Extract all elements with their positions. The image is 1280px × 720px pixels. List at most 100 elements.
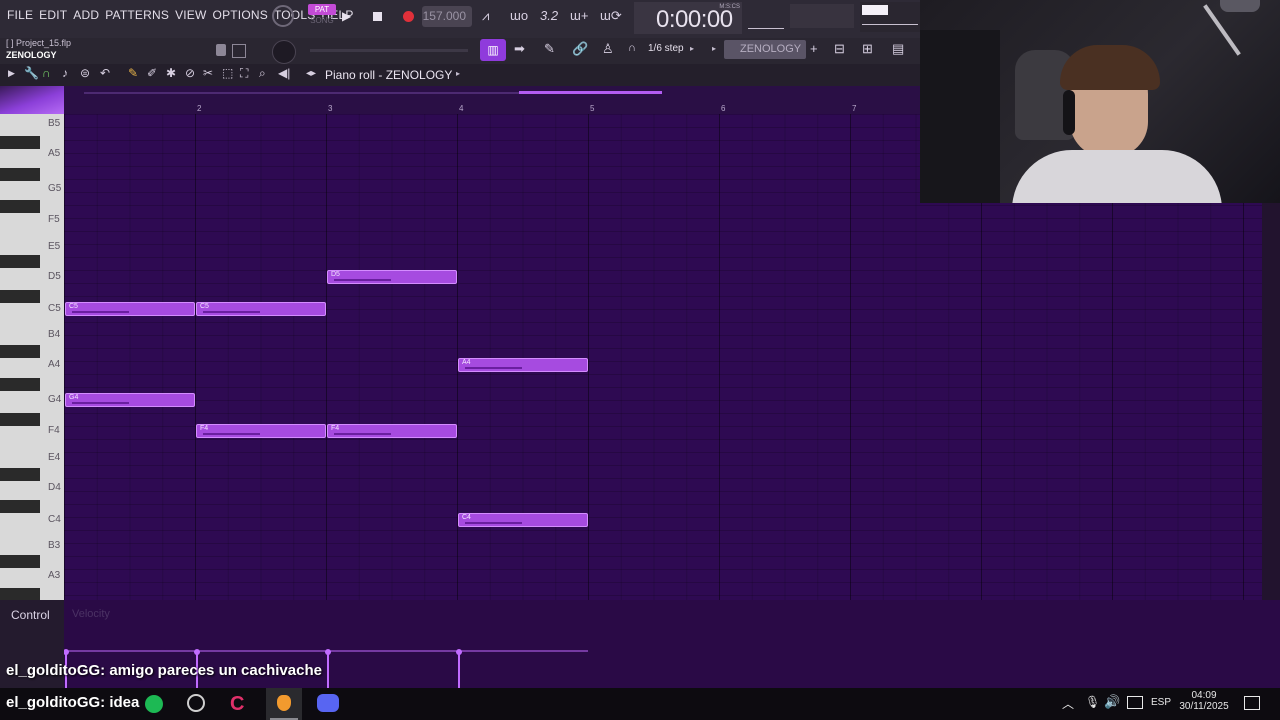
note-label: C4 (462, 514, 471, 521)
wait-input-icon[interactable]: ɯo (510, 8, 528, 23)
mixer-icon[interactable]: ▤ (892, 41, 904, 57)
master-pitch-slider[interactable] (310, 49, 468, 52)
network-icon[interactable] (1127, 696, 1143, 709)
discord-icon[interactable] (317, 694, 339, 712)
select-icon[interactable]: ⬚ (222, 66, 233, 80)
spotify-icon[interactable] (145, 695, 163, 713)
note[interactable]: D5 (327, 270, 457, 284)
keyboard-icon[interactable]: ♪ (62, 66, 68, 80)
menu-options[interactable]: OPTIONS (210, 8, 271, 22)
note[interactable]: C5 (196, 302, 326, 316)
black-key[interactable] (0, 136, 40, 149)
black-key[interactable] (0, 413, 40, 426)
bar-number[interactable]: 7 (852, 104, 856, 113)
bar-number[interactable]: 4 (459, 104, 463, 113)
playlist-icon[interactable]: ⊞ (862, 41, 873, 57)
time-label: M:S:CS (719, 4, 740, 10)
time-ruler[interactable]: 2 3 4 5 6 7 (64, 86, 920, 114)
obs-icon[interactable] (187, 694, 205, 712)
slice-icon[interactable]: ✂ (203, 66, 213, 80)
toolbar-menu-icon[interactable]: ▶ (8, 68, 15, 79)
lock-icon[interactable] (216, 44, 226, 56)
clock[interactable]: 04:09 30/11/2025 (1178, 690, 1230, 712)
note[interactable]: C4 (458, 513, 588, 527)
add-channel-icon[interactable]: + (810, 41, 818, 56)
volume-icon[interactable]: 🔊 (1104, 694, 1120, 710)
time-display[interactable]: 0:00:00 M:S:CS (634, 2, 742, 34)
delete-tool-icon[interactable]: ✱ (166, 66, 176, 80)
person-hair (1060, 45, 1160, 90)
piano-keyboard[interactable]: B5 A5 G5 F5 E5 D5 C5 B4 A4 G4 F4 E4 D4 C4 B3 A3 (0, 114, 64, 600)
black-key[interactable] (0, 255, 40, 268)
record-loop-icon[interactable]: ⊜ (80, 66, 90, 80)
menu-view[interactable]: VIEW (172, 8, 209, 22)
ruler-scroll-handle[interactable] (519, 91, 662, 94)
menu-patterns[interactable]: PATTERNS (102, 8, 172, 22)
microphone-icon[interactable]: 🎙 (1085, 695, 1100, 709)
black-key[interactable] (0, 168, 40, 181)
channel-rack-icon[interactable]: ⊟ (834, 41, 845, 57)
black-key[interactable] (0, 345, 40, 358)
channel-selector[interactable]: ZENOLOGY (724, 40, 806, 59)
step-edit-icon[interactable]: ɯ+ (570, 8, 588, 23)
menu-edit[interactable]: EDIT (36, 8, 70, 22)
tray-expand-icon[interactable]: ︿ (1062, 695, 1074, 712)
app-c-icon[interactable]: C (230, 693, 244, 716)
zoom-icon[interactable]: ⌕ (259, 66, 266, 81)
loop-record-icon[interactable]: ɯ⟳ (600, 8, 622, 24)
pat-song-toggle[interactable]: PAT SONG (308, 4, 336, 30)
mixer-small-icon[interactable] (232, 44, 246, 58)
note[interactable]: A4 (458, 358, 588, 372)
control-label[interactable]: Control (11, 608, 50, 622)
note[interactable]: C5 (65, 302, 195, 316)
link-icon[interactable]: 🔗 (572, 41, 588, 57)
black-key[interactable] (0, 290, 40, 303)
start-icon[interactable] (8, 696, 24, 712)
piano-corner[interactable] (0, 86, 64, 114)
play-icon[interactable]: ▶ (342, 9, 351, 23)
menu-file[interactable]: FILE (4, 8, 36, 22)
black-key[interactable] (0, 200, 40, 213)
black-key[interactable] (0, 555, 40, 568)
brush-icon[interactable]: ✎ (544, 41, 555, 57)
piano-roll-button[interactable]: ▥ (480, 39, 506, 61)
notifications-icon[interactable] (1244, 696, 1260, 710)
bar-number[interactable]: 2 (197, 104, 201, 113)
bar-number[interactable]: 6 (721, 104, 725, 113)
arrows-icon[interactable]: ◂▸ (306, 68, 316, 79)
record-icon[interactable] (403, 11, 414, 22)
magnet-icon[interactable]: ∩ (628, 42, 636, 54)
speaker-icon[interactable]: ◀| (278, 66, 290, 80)
note[interactable]: G4 (65, 393, 195, 407)
note[interactable]: F4 (196, 424, 326, 438)
paint-icon[interactable]: ✐ (147, 66, 157, 80)
black-key[interactable] (0, 468, 40, 481)
bar-number[interactable]: 5 (590, 104, 594, 113)
vertical-scrollbar[interactable] (1262, 203, 1280, 600)
snap-selector[interactable]: 1/6 step (648, 43, 684, 54)
channel-prev-icon[interactable]: ▸ (712, 44, 716, 53)
tempo-display[interactable]: 157.000 (422, 6, 472, 27)
snap-arrow-icon[interactable]: ▸ (690, 44, 694, 53)
metronome-icon[interactable]: ⩘ (482, 8, 489, 24)
pitch-knob[interactable] (272, 40, 296, 64)
wrench-icon[interactable]: 🔧 (24, 66, 39, 80)
fl-studio-icon[interactable] (266, 688, 302, 720)
stamp-icon[interactable]: ♙ (602, 41, 614, 57)
zoom-fit-icon[interactable]: ⛶ (240, 66, 248, 81)
arrow-right-icon[interactable]: ➡ (514, 41, 525, 57)
black-key[interactable] (0, 588, 40, 600)
bar-number[interactable]: 3 (328, 104, 332, 113)
pencil-icon[interactable]: ✎ (128, 66, 138, 80)
menu-add[interactable]: ADD (70, 8, 102, 22)
master-volume-knob[interactable] (272, 5, 294, 27)
stop-icon[interactable] (373, 12, 382, 21)
note[interactable]: F4 (327, 424, 457, 438)
language-indicator[interactable]: ESP (1151, 697, 1171, 708)
countdown-icon[interactable]: 3.2 (540, 8, 558, 23)
mute-tool-icon[interactable]: ⊘ (185, 66, 195, 80)
magnet-snap-icon[interactable]: ∩ (42, 66, 51, 80)
black-key[interactable] (0, 378, 40, 391)
black-key[interactable] (0, 500, 40, 513)
undo-icon[interactable]: ↶ (100, 66, 110, 80)
